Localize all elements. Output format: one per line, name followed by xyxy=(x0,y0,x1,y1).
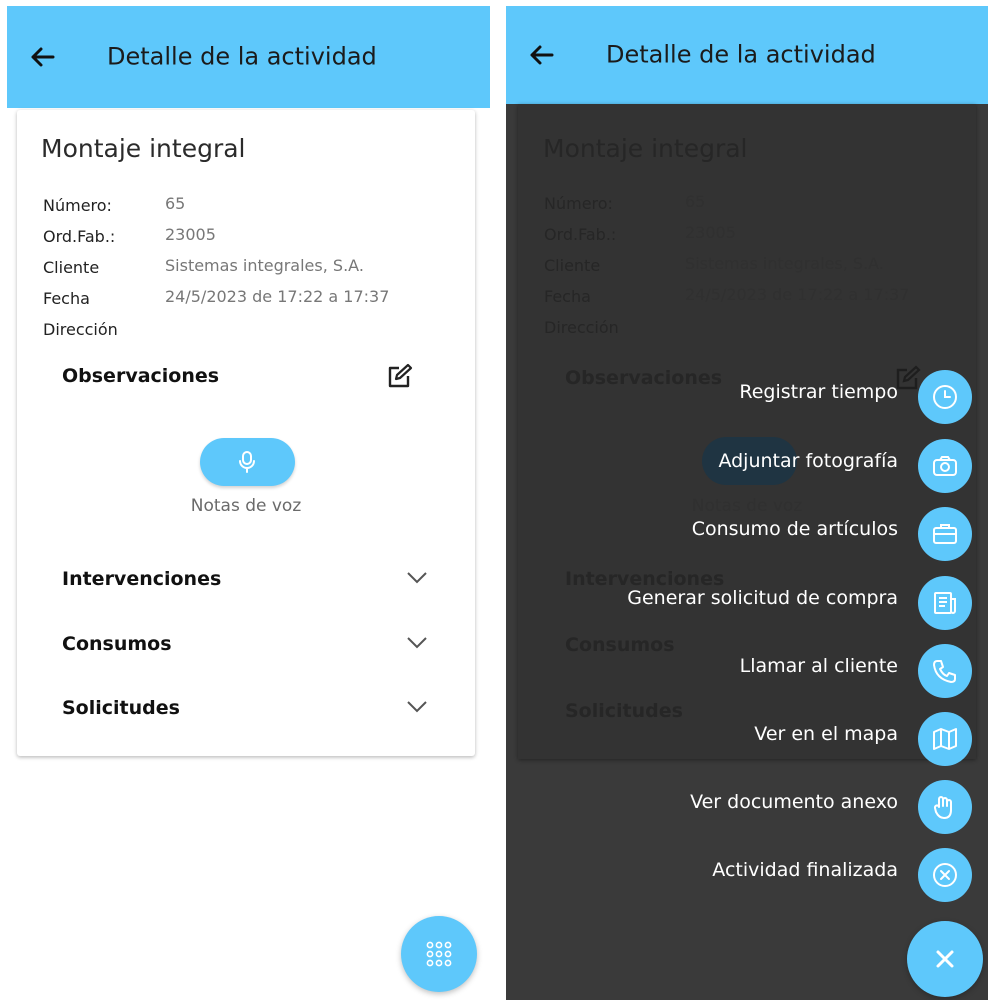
map-icon xyxy=(933,728,957,750)
voice-note-button[interactable] xyxy=(200,438,295,486)
field-label-numero: Número: xyxy=(43,196,112,215)
actividad-finalizada-button[interactable] xyxy=(918,848,972,902)
newspaper-icon xyxy=(934,592,956,614)
field-value-ordfab: 23005 xyxy=(685,223,736,242)
field-label-numero: Número: xyxy=(544,194,613,213)
field-label-ordfab: Ord.Fab.: xyxy=(43,227,116,246)
close-icon xyxy=(936,950,954,968)
activity-detail-screen: Detalle de la actividad Montaje integral… xyxy=(0,0,490,1000)
activity-card: Montaje integral Número: 65 Ord.Fab.: 23… xyxy=(17,110,475,756)
llamar-cliente-button[interactable] xyxy=(918,644,972,698)
field-label-cliente: Cliente xyxy=(544,256,601,275)
clock-icon xyxy=(933,385,957,409)
menu-label-adjuntar-fotografia[interactable]: Adjuntar fotografía xyxy=(718,450,898,472)
camera-icon xyxy=(933,456,957,476)
app-bar: Detalle de la actividad xyxy=(506,6,988,104)
grid-dots-icon xyxy=(426,941,452,967)
menu-label-registrar-tiempo[interactable]: Registrar tiempo xyxy=(739,381,898,403)
field-value-numero: 65 xyxy=(165,194,186,213)
field-value-ordfab: 23005 xyxy=(165,225,216,244)
chevron-down-icon[interactable] xyxy=(406,700,428,714)
field-value-fecha: 24/5/2023 de 17:22 a 17:37 xyxy=(685,285,910,304)
registrar-tiempo-button[interactable] xyxy=(918,370,972,424)
menu-label-ver-mapa[interactable]: Ver en el mapa xyxy=(754,723,898,745)
section-intervenciones[interactable]: Intervenciones xyxy=(62,568,221,590)
phone-icon xyxy=(933,660,956,683)
observaciones-label: Observaciones xyxy=(565,367,723,389)
voice-notes-label: Notas de voz xyxy=(691,496,803,516)
section-consumos[interactable]: Consumos xyxy=(62,633,172,655)
voice-notes-label: Notas de voz xyxy=(190,496,302,516)
adjuntar-fotografia-button[interactable] xyxy=(918,439,972,493)
consumo-articulos-button[interactable] xyxy=(918,507,972,561)
hand-icon xyxy=(933,796,952,820)
page-title: Detalle de la actividad xyxy=(606,40,876,69)
activity-title: Montaje integral xyxy=(543,134,748,163)
field-value-numero: 65 xyxy=(685,192,706,211)
field-value-cliente: Sistemas integrales, S.A. xyxy=(685,254,884,273)
back-arrow-icon[interactable] xyxy=(526,40,556,70)
field-label-fecha: Fecha xyxy=(43,289,90,308)
menu-label-generar-solicitud[interactable]: Generar solicitud de compra xyxy=(627,587,898,609)
menu-label-ver-documento[interactable]: Ver documento anexo xyxy=(690,791,898,813)
field-label-direccion: Dirección xyxy=(43,320,118,339)
menu-label-llamar-cliente[interactable]: Llamar al cliente xyxy=(740,655,898,677)
activity-title: Montaje integral xyxy=(41,134,246,163)
field-value-fecha: 24/5/2023 de 17:22 a 17:37 xyxy=(165,287,390,306)
field-label-fecha: Fecha xyxy=(544,287,591,306)
app-bar: Detalle de la actividad xyxy=(7,6,490,108)
page-title: Detalle de la actividad xyxy=(107,42,377,71)
chevron-down-icon[interactable] xyxy=(406,571,428,585)
back-arrow-icon[interactable] xyxy=(27,42,57,72)
microphone-icon xyxy=(239,451,255,473)
screen-divider xyxy=(490,0,506,1000)
edit-icon[interactable] xyxy=(385,362,413,390)
chevron-down-icon[interactable] xyxy=(406,636,428,650)
ver-documento-button[interactable] xyxy=(918,780,972,834)
field-label-cliente: Cliente xyxy=(43,258,100,277)
field-label-direccion: Dirección xyxy=(544,318,619,337)
menu-label-actividad-finalizada[interactable]: Actividad finalizada xyxy=(712,859,898,881)
ver-mapa-button[interactable] xyxy=(918,712,972,766)
section-consumos: Consumos xyxy=(565,634,675,656)
generar-solicitud-button[interactable] xyxy=(918,576,972,630)
close-circle-icon xyxy=(933,863,957,887)
field-value-cliente: Sistemas integrales, S.A. xyxy=(165,256,364,275)
section-solicitudes[interactable]: Solicitudes xyxy=(62,697,180,719)
field-label-ordfab: Ord.Fab.: xyxy=(544,225,617,244)
close-menu-fab[interactable] xyxy=(907,921,983,997)
activity-detail-screen-menu-open: Detalle de la actividad Montaje integral… xyxy=(506,0,988,1000)
section-solicitudes: Solicitudes xyxy=(565,700,683,722)
menu-label-consumo-articulos[interactable]: Consumo de artículos xyxy=(692,518,898,540)
observaciones-label: Observaciones xyxy=(62,365,220,387)
actions-fab[interactable] xyxy=(401,916,477,992)
briefcase-icon xyxy=(933,524,957,544)
